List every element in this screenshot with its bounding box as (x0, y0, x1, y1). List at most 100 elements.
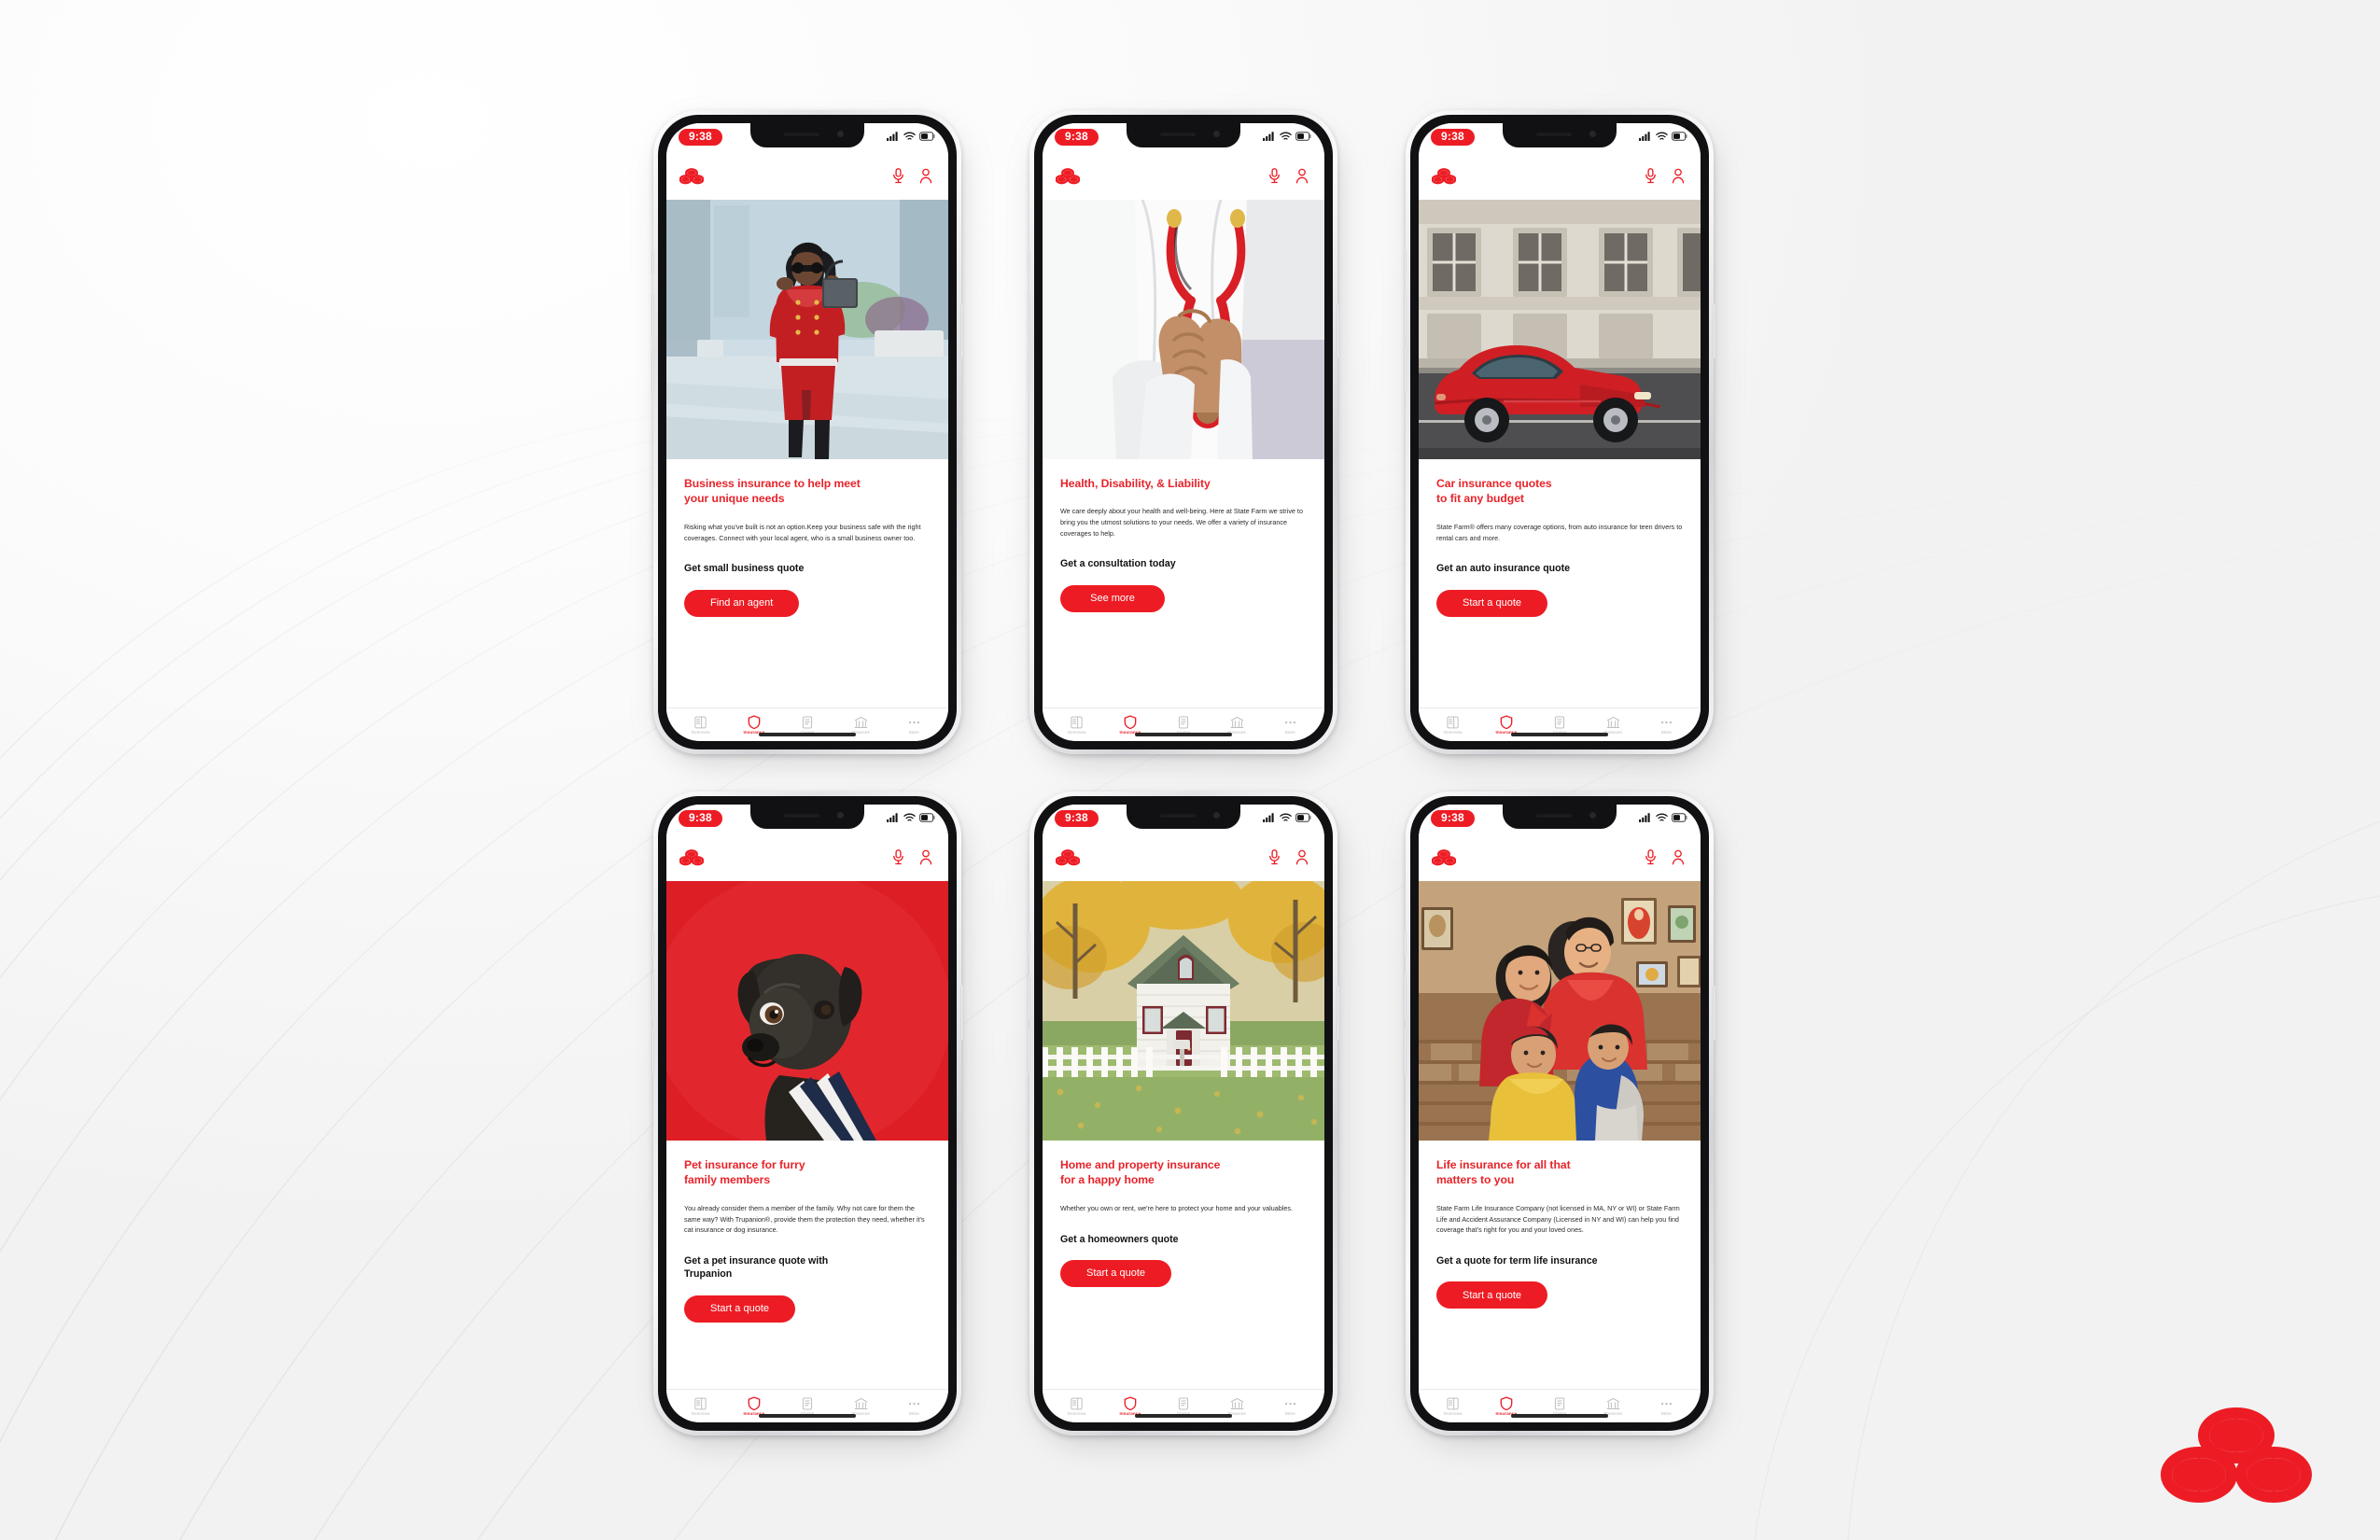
shield-icon[interactable] (748, 715, 761, 729)
state-farm-logo-icon[interactable] (1055, 167, 1081, 185)
account-button[interactable] (919, 849, 932, 870)
overview-cards-icon[interactable] (1447, 716, 1459, 729)
tab-claims[interactable]: Claims (1533, 1397, 1586, 1416)
state-farm-logo-icon[interactable] (679, 848, 705, 866)
tab-finances[interactable]: Finances (834, 1397, 888, 1416)
tab-overview[interactable]: Overview (1050, 716, 1103, 735)
microphone-icon[interactable] (892, 168, 904, 184)
shield-icon[interactable] (1500, 715, 1513, 729)
tab-overview[interactable]: Overview (1050, 1397, 1103, 1416)
tab-insurance[interactable]: Insurance (1479, 1396, 1533, 1416)
account-button[interactable] (919, 168, 932, 189)
volume-up-button[interactable] (1028, 293, 1030, 338)
ellipsis-more-icon[interactable] (1283, 1397, 1297, 1410)
tab-claims[interactable]: Claims (1533, 716, 1586, 735)
overview-cards-icon[interactable] (1447, 1397, 1459, 1410)
tab-more[interactable]: More (1640, 716, 1693, 735)
home-indicator[interactable] (1511, 1414, 1608, 1418)
tab-insurance[interactable]: Insurance (1103, 715, 1156, 735)
mute-switch[interactable] (1404, 931, 1407, 956)
tab-more[interactable]: More (1640, 1397, 1693, 1416)
tab-claims[interactable]: Claims (780, 1397, 833, 1416)
overview-cards-icon[interactable] (694, 716, 707, 729)
voice-search-button[interactable] (1645, 849, 1657, 870)
tab-overview[interactable]: Overview (1426, 1397, 1479, 1416)
person-account-icon[interactable] (919, 168, 932, 184)
home-indicator[interactable] (1511, 733, 1608, 736)
tab-insurance[interactable]: Insurance (1103, 1396, 1156, 1416)
volume-down-button[interactable] (1028, 347, 1030, 392)
shield-icon[interactable] (1124, 715, 1137, 729)
power-button[interactable] (1337, 304, 1339, 358)
power-button[interactable] (1713, 986, 1715, 1040)
ellipsis-more-icon[interactable] (1283, 716, 1297, 729)
home-indicator[interactable] (759, 733, 856, 736)
state-farm-logo-icon[interactable] (1431, 167, 1457, 185)
app-logo[interactable] (1431, 848, 1457, 871)
tab-finances[interactable]: Finances (1211, 1397, 1264, 1416)
cta-button[interactable]: Find an agent (684, 589, 800, 617)
volume-up-button[interactable] (1404, 293, 1407, 338)
tab-overview[interactable]: Overview (674, 1397, 727, 1416)
account-button[interactable] (1672, 849, 1685, 870)
volume-down-button[interactable] (651, 347, 654, 392)
ellipsis-more-icon[interactable] (1659, 1397, 1673, 1410)
voice-search-button[interactable] (892, 849, 904, 870)
tab-overview[interactable]: Overview (1426, 716, 1479, 735)
tab-more[interactable]: More (888, 716, 941, 735)
account-button[interactable] (1295, 849, 1309, 870)
document-claims-icon[interactable] (1554, 1397, 1565, 1410)
tab-more[interactable]: More (1264, 1397, 1317, 1416)
microphone-icon[interactable] (1268, 168, 1281, 184)
person-account-icon[interactable] (1295, 849, 1309, 865)
voice-search-button[interactable] (1645, 168, 1657, 189)
tab-finances[interactable]: Finances (1587, 1397, 1640, 1416)
document-claims-icon[interactable] (802, 1397, 813, 1410)
volume-down-button[interactable] (1028, 1029, 1030, 1073)
tab-claims[interactable]: Claims (1156, 1397, 1210, 1416)
tab-more[interactable]: More (1264, 716, 1317, 735)
person-account-icon[interactable] (1672, 849, 1685, 865)
account-button[interactable] (1295, 168, 1309, 189)
person-account-icon[interactable] (919, 849, 932, 865)
power-button[interactable] (1713, 304, 1715, 358)
volume-up-button[interactable] (1028, 974, 1030, 1019)
bank-building-icon[interactable] (1230, 1397, 1244, 1410)
document-claims-icon[interactable] (1554, 716, 1565, 729)
bank-building-icon[interactable] (1230, 716, 1244, 729)
volume-down-button[interactable] (651, 1029, 654, 1073)
bank-building-icon[interactable] (854, 716, 868, 729)
microphone-icon[interactable] (1645, 849, 1657, 865)
home-indicator[interactable] (1135, 733, 1232, 736)
cta-button[interactable]: Start a quote (684, 1295, 795, 1323)
voice-search-button[interactable] (892, 168, 904, 189)
state-farm-logo-icon[interactable] (1431, 848, 1457, 866)
person-account-icon[interactable] (1295, 168, 1309, 184)
app-logo[interactable] (1431, 167, 1457, 189)
shield-icon[interactable] (748, 1396, 761, 1410)
tab-finances[interactable]: Finances (1211, 716, 1264, 735)
tab-insurance[interactable]: Insurance (727, 715, 780, 735)
mute-switch[interactable] (1028, 931, 1030, 956)
tab-claims[interactable]: Claims (780, 716, 833, 735)
home-indicator[interactable] (1135, 1414, 1232, 1418)
home-indicator[interactable] (759, 1414, 856, 1418)
tab-finances[interactable]: Finances (834, 716, 888, 735)
tab-more[interactable]: More (888, 1397, 941, 1416)
microphone-icon[interactable] (1268, 849, 1281, 865)
tab-overview[interactable]: Overview (674, 716, 727, 735)
volume-up-button[interactable] (1404, 974, 1407, 1019)
cta-button[interactable]: Start a quote (1436, 589, 1547, 617)
power-button[interactable] (1337, 986, 1339, 1040)
ellipsis-more-icon[interactable] (907, 1397, 921, 1410)
mute-switch[interactable] (1028, 250, 1030, 274)
app-logo[interactable] (679, 848, 705, 871)
state-farm-logo-icon[interactable] (1055, 848, 1081, 866)
volume-down-button[interactable] (1404, 1029, 1407, 1073)
volume-up-button[interactable] (651, 974, 654, 1019)
mute-switch[interactable] (651, 250, 654, 274)
state-farm-logo-icon[interactable] (679, 167, 705, 185)
bank-building-icon[interactable] (1606, 716, 1620, 729)
mute-switch[interactable] (1404, 250, 1407, 274)
tab-insurance[interactable]: Insurance (1479, 715, 1533, 735)
